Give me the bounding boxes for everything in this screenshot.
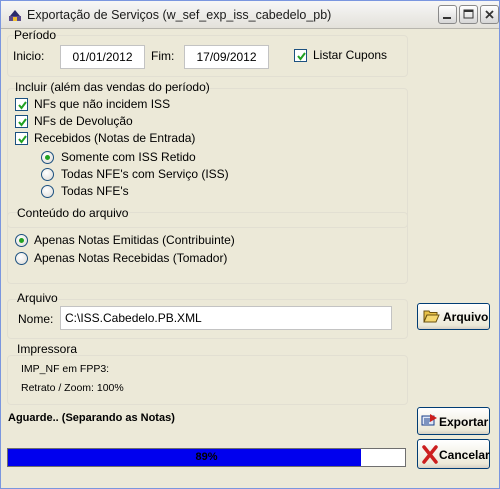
todas-nfe-radio[interactable] (41, 185, 54, 198)
export-icon (421, 414, 437, 426)
minimize-icon (443, 17, 451, 19)
window-title: Exportação de Serviços (w_sef_exp_iss_ca… (27, 8, 332, 22)
todas-nfe-servico-radio[interactable] (41, 168, 54, 181)
folder-open-icon (423, 310, 440, 323)
check-icon (18, 135, 27, 144)
arquivo-button[interactable]: Arquivo (417, 303, 490, 330)
arquivo-label: Arquivo (17, 291, 58, 305)
exportar-button-label: Exportar (439, 415, 489, 429)
maximize-button[interactable] (459, 5, 478, 24)
exportar-button[interactable]: Exportar (417, 407, 490, 435)
nfs-nao-incidem-iss-checkbox[interactable] (15, 98, 28, 111)
notas-emitidas-label: Apenas Notas Emitidas (Contribuinte) (34, 233, 235, 247)
notas-recebidas-label: Apenas Notas Recebidas (Tomador) (34, 251, 228, 265)
impressora-label: Impressora (17, 342, 78, 356)
conteudo-group (7, 212, 408, 284)
export-dialog: Exportação de Serviços (w_sef_exp_iss_ca… (0, 0, 500, 489)
conteudo-label: Conteúdo do arquivo (17, 206, 129, 220)
cancelar-button-label: Cancelar (439, 448, 490, 462)
nfs-nao-incidem-iss-label: NFs que não incidem ISS (34, 97, 171, 111)
listar-cupons-label: Listar Cupons (313, 48, 388, 62)
todas-nfe-label: Todas NFE's (61, 184, 129, 198)
cancel-x-icon (422, 445, 438, 464)
notas-recebidas-radio[interactable] (15, 252, 28, 265)
progress-bar: 89% (7, 448, 406, 467)
status-text: Aguarde.. (Separando as Notas) (8, 412, 175, 424)
inicio-label: Inicio: (13, 49, 45, 63)
dialog-body: Período Inicio: 01/01/2012 Fim: 17/09/20… (1, 28, 499, 488)
check-icon (297, 52, 306, 61)
periodo-label: Período (14, 28, 57, 42)
impressora-line-2: Retrato / Zoom: 100% (21, 382, 124, 394)
arquivo-button-label: Arquivo (443, 310, 489, 324)
inicio-date-input[interactable]: 01/01/2012 (60, 45, 145, 69)
somente-iss-retido-radio[interactable] (41, 151, 54, 164)
recebidos-label: Recebidos (Notas de Entrada) (34, 131, 196, 145)
fim-date-input[interactable]: 17/09/2012 (184, 45, 269, 69)
nfs-devolucao-checkbox[interactable] (15, 115, 28, 128)
check-icon (18, 101, 27, 110)
recebidos-checkbox[interactable] (15, 132, 28, 145)
notas-emitidas-radio[interactable] (15, 234, 28, 247)
progress-text: 89% (195, 451, 218, 463)
incluir-label: Incluir (além das vendas do período) (15, 80, 210, 94)
cancelar-button[interactable]: Cancelar (417, 439, 490, 469)
fim-label: Fim: (151, 49, 175, 63)
app-icon (9, 10, 21, 21)
nome-label: Nome: (18, 312, 54, 326)
nfs-devolucao-label: NFs de Devolução (34, 114, 133, 128)
somente-iss-retido-label: Somente com ISS Retido (61, 150, 196, 164)
check-icon (18, 118, 27, 127)
todas-nfe-servico-label: Todas NFE's com Serviço (ISS) (61, 167, 229, 181)
close-icon (485, 10, 494, 19)
title-bar[interactable]: Exportação de Serviços (w_sef_exp_iss_ca… (1, 1, 499, 29)
listar-cupons-checkbox[interactable] (294, 49, 307, 62)
maximize-icon (463, 9, 474, 19)
arquivo-nome-input[interactable]: C:\ISS.Cabedelo.PB.XML (60, 306, 392, 330)
minimize-button[interactable] (438, 5, 457, 24)
impressora-line-1: IMP_NF em FPP3: (21, 363, 110, 375)
close-button[interactable] (480, 5, 499, 24)
